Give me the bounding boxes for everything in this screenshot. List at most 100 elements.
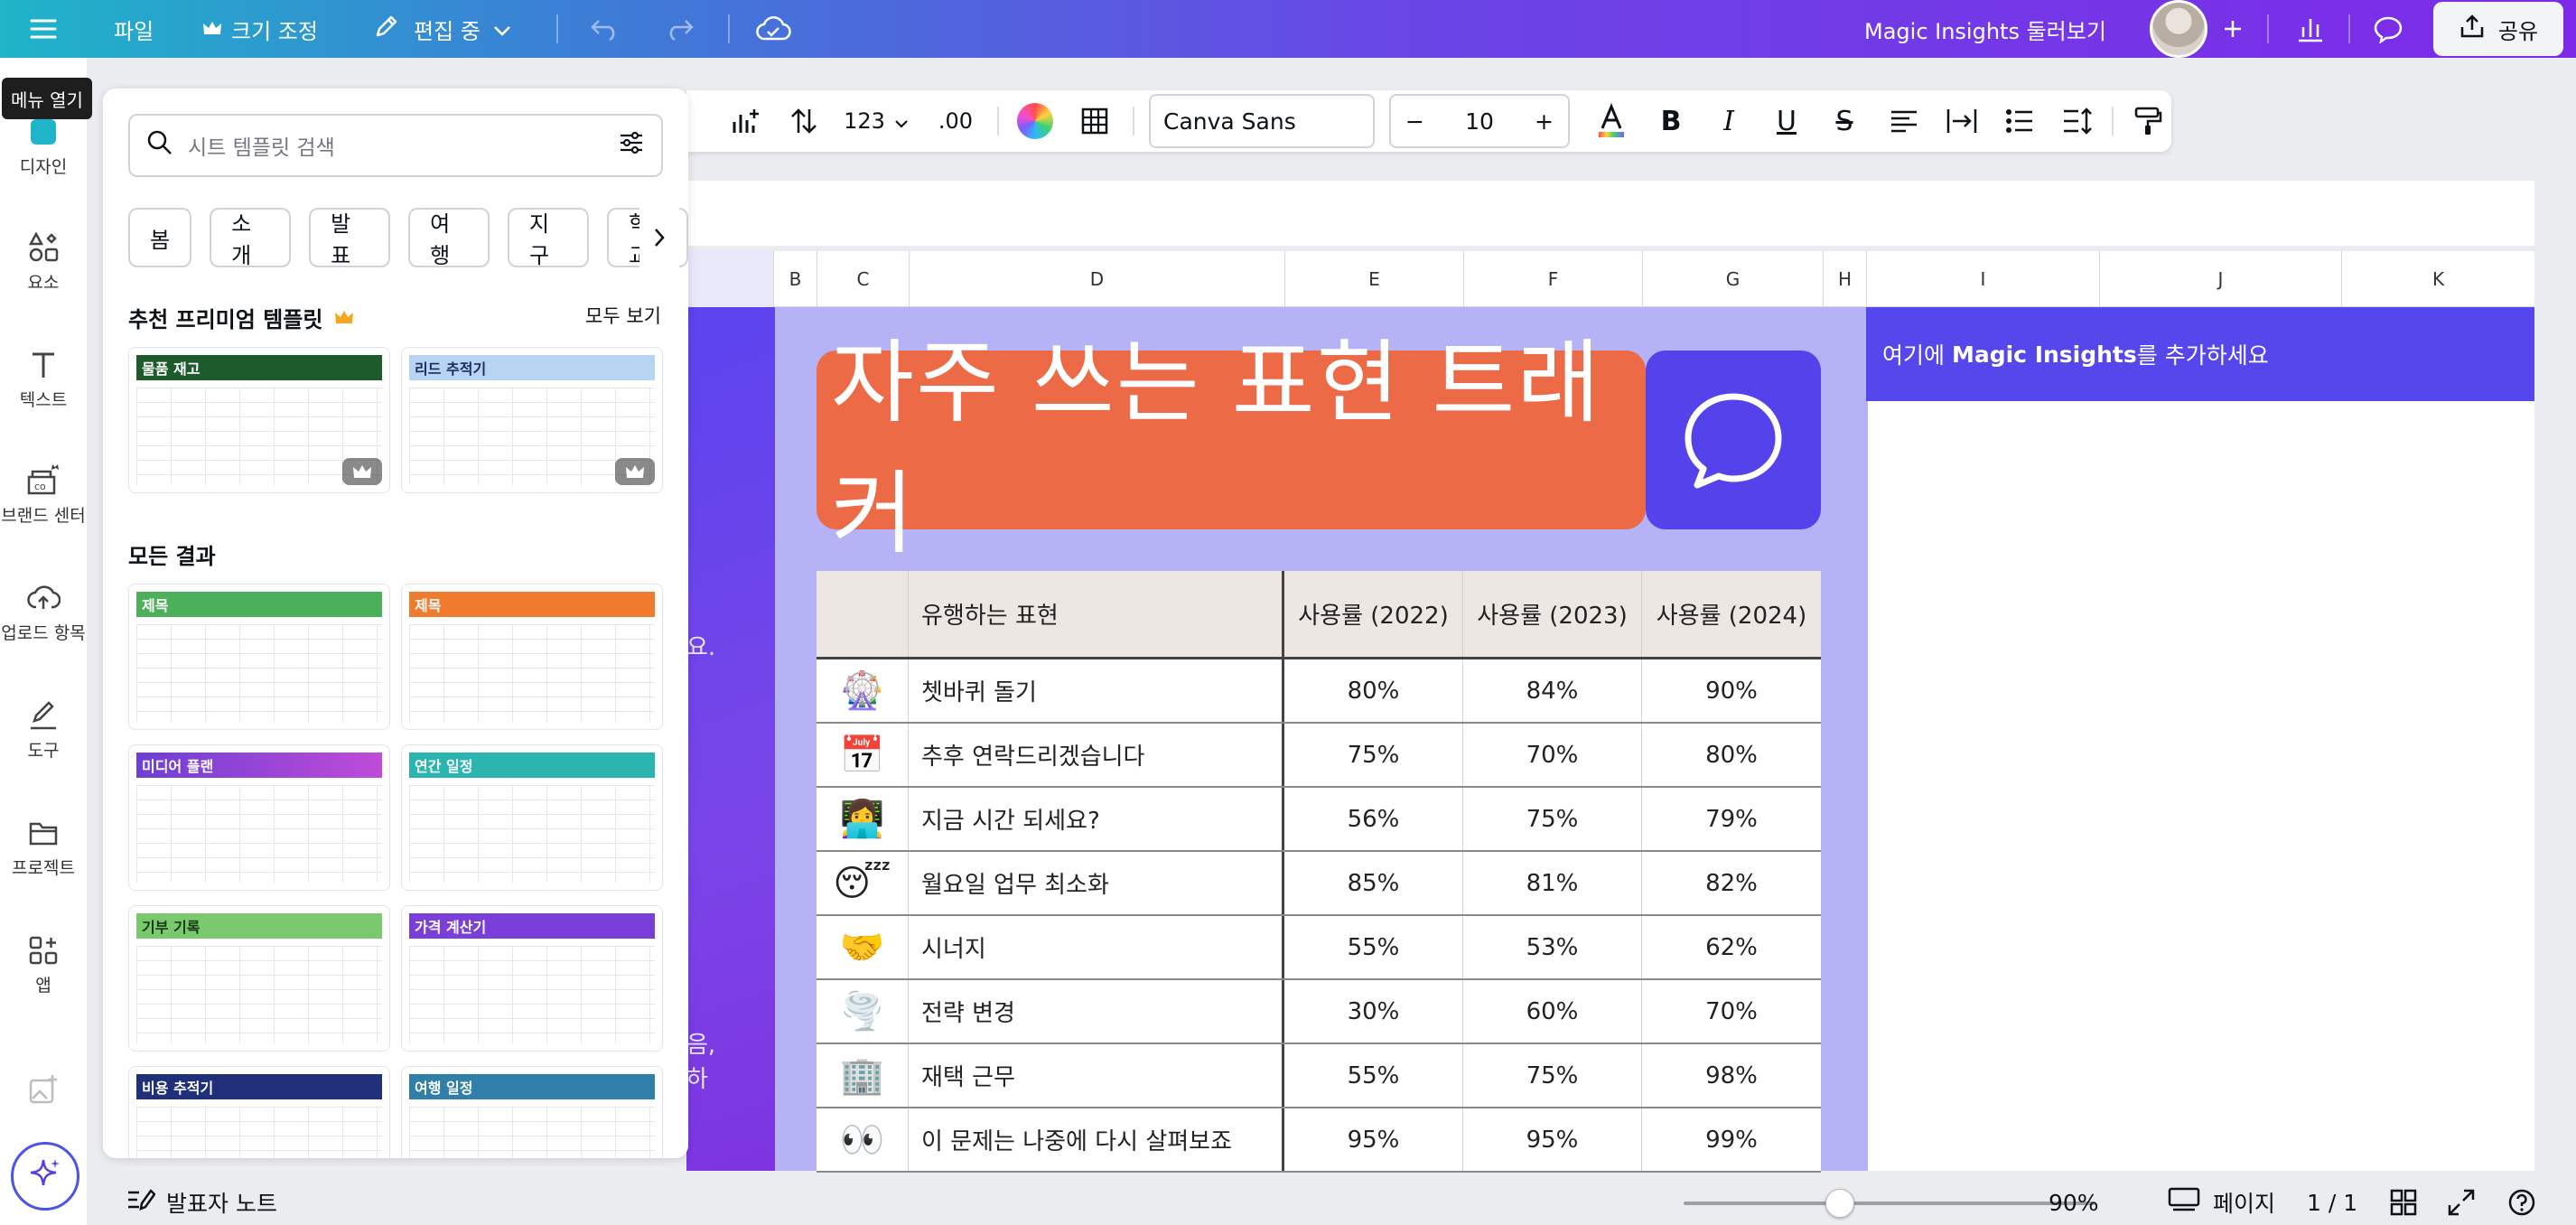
strikethrough-icon[interactable]: S [1825,99,1864,143]
template-search-input[interactable]: 시트 템플릿 검색 [128,114,663,177]
chip-intro[interactable]: 소개 [210,208,292,268]
template-card[interactable]: 기부 기록 [128,905,390,1052]
magic-insights-cell[interactable]: 여기에 Magic Insights 를 추가하세요 [1866,307,2534,401]
value-cell[interactable]: 99% [1642,1108,1821,1171]
cloud-saved-icon[interactable] [751,7,795,51]
zoom-slider[interactable] [1684,1189,2095,1218]
help-icon[interactable] [2507,1180,2536,1225]
italic-icon[interactable]: I [1709,99,1749,143]
pages-button[interactable]: 페이지 [2168,1180,2275,1225]
decimal-format-button[interactable]: .00 [930,99,981,143]
value-cell[interactable]: 90% [1642,659,1821,722]
rail-item-image-gen[interactable] [0,1068,87,1111]
editing-mode-dropdown[interactable]: 편집 중 [372,0,511,58]
spreadsheet-canvas[interactable]: 요. 음, 하 자주 쓰는 표현 트래커 여기에 Magic Insights … [686,307,2534,1173]
value-cell[interactable]: 60% [1463,980,1642,1043]
expression-cell[interactable]: 이 문제는 나중에 다시 살펴보죠 [909,1108,1284,1171]
grid-view-icon[interactable] [2390,1180,2417,1225]
emoji-cell[interactable]: 🤝 [817,916,909,978]
chip-spring[interactable]: 봄 [128,208,192,267]
header-cell[interactable] [817,571,909,657]
template-card[interactable]: 리드 추적기 [401,347,663,493]
column-header[interactable]: K [2341,251,2534,307]
header-cell[interactable]: 유행하는 표현 [909,571,1284,657]
undo-icon[interactable] [583,7,627,51]
value-cell[interactable]: 55% [1284,916,1463,978]
expression-cell[interactable]: 시너지 [909,916,1284,978]
column-header[interactable]: B [773,251,817,307]
expression-cell[interactable]: 지금 시간 되세요? [909,788,1284,850]
emoji-cell[interactable]: 👀 [817,1108,909,1171]
template-card[interactable]: 여행 일정 [401,1066,663,1158]
column-header[interactable]: D [909,251,1284,307]
column-header[interactable]: E [1284,251,1463,307]
value-cell[interactable]: 75% [1463,1044,1642,1107]
rail-item-brand[interactable]: co 브랜드 센터 [0,459,87,527]
text-wrap-icon[interactable] [1942,99,1982,143]
fullscreen-icon[interactable] [2448,1180,2475,1225]
expression-cell[interactable]: 쳇바퀴 돌기 [909,659,1284,722]
expression-cell[interactable]: 전략 변경 [909,980,1284,1043]
column-header-a[interactable] [686,251,773,307]
value-cell[interactable]: 53% [1463,916,1642,978]
presenter-notes-button[interactable]: 발표자 노트 [126,1180,277,1225]
column-header[interactable]: C [817,251,909,307]
value-cell[interactable]: 55% [1284,1044,1463,1107]
emoji-cell[interactable]: 🏢 [817,1044,909,1107]
template-card[interactable]: 비용 추적기 [128,1066,390,1158]
rail-item-upload[interactable]: 업로드 항목 [0,576,87,644]
value-cell[interactable]: 82% [1642,852,1821,914]
color-picker-icon[interactable] [1013,99,1057,143]
sort-icon[interactable] [782,99,826,143]
value-cell[interactable]: 75% [1284,724,1463,786]
value-cell[interactable]: 95% [1463,1108,1642,1171]
value-cell[interactable]: 95% [1284,1108,1463,1171]
emoji-cell[interactable]: 👩‍💻 [817,788,909,850]
zoom-slider-handle[interactable] [1825,1189,1855,1218]
expression-cell[interactable]: 월요일 업무 최소화 [909,852,1284,914]
see-all-link[interactable]: 모두 보기 [585,302,661,329]
header-cell[interactable]: 사용률 (2023) [1463,571,1642,657]
column-header[interactable]: I [1866,251,2099,307]
analytics-icon[interactable] [2289,7,2332,51]
template-card[interactable]: 제목 [401,584,663,730]
value-cell[interactable]: 75% [1463,788,1642,850]
rail-item-text[interactable]: 텍스트 [0,343,87,411]
value-cell[interactable]: 30% [1284,980,1463,1043]
emoji-cell[interactable]: 😴 [817,852,909,914]
font-size-decrease-button[interactable]: − [1405,108,1424,135]
chip-travel[interactable]: 여행 [408,208,490,268]
value-cell[interactable]: 81% [1463,852,1642,914]
underline-icon[interactable]: U [1767,99,1806,143]
font-size-value[interactable]: 10 [1465,108,1494,135]
emoji-cell[interactable]: 🌪️ [817,980,909,1043]
value-cell[interactable]: 70% [1642,980,1821,1043]
font-size-increase-button[interactable]: + [1535,108,1554,135]
table-grid-icon[interactable] [1073,99,1116,143]
expression-cell[interactable]: 추후 연락드리겠습니다 [909,724,1284,786]
add-collaborator-icon[interactable] [2211,7,2254,51]
page-indicator[interactable]: 1 / 1 [2307,1180,2357,1225]
header-cell[interactable]: 사용률 (2024) [1642,571,1821,657]
value-cell[interactable]: 85% [1284,852,1463,914]
value-cell[interactable]: 70% [1463,724,1642,786]
file-menu[interactable]: 파일 [114,0,154,58]
value-cell[interactable]: 56% [1284,788,1463,850]
formula-bar[interactable] [686,181,2534,246]
emoji-cell[interactable]: 📅 [817,724,909,786]
number-format-dropdown[interactable]: 123 [840,99,912,143]
emoji-cell[interactable]: 🎡 [817,659,909,722]
font-family-select[interactable]: Canva Sans [1149,94,1375,148]
line-spacing-icon[interactable] [2058,99,2097,143]
magic-insights-link[interactable]: Magic Insights 둘러보기 [1864,0,2106,58]
chip-presentation[interactable]: 발표 [309,208,391,268]
redo-icon[interactable] [658,7,701,51]
align-left-icon[interactable] [1884,99,1924,143]
bold-icon[interactable]: B [1651,99,1691,143]
header-cell[interactable]: 사용률 (2022) [1284,571,1463,657]
bullet-list-icon[interactable] [2000,99,2039,143]
column-header[interactable]: F [1463,251,1642,307]
chevron-right-icon[interactable] [639,208,679,267]
value-cell[interactable]: 84% [1463,659,1642,722]
paint-roller-icon[interactable] [2128,99,2168,143]
